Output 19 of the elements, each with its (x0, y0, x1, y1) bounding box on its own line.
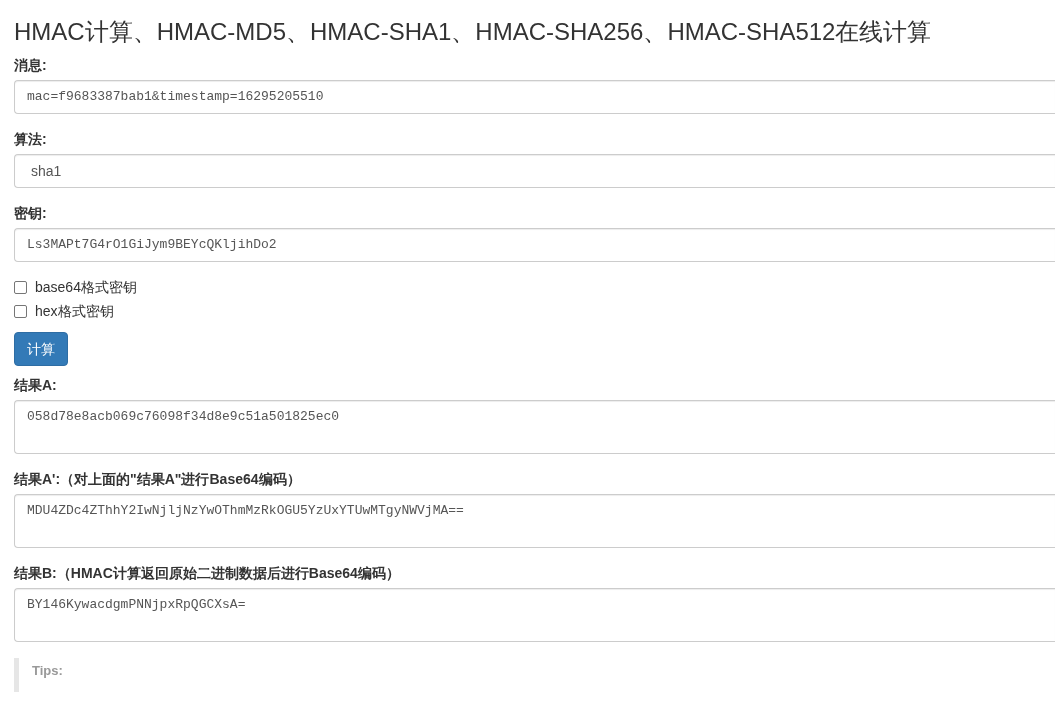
field-label: 密钥: (14, 204, 47, 223)
textarea-field[interactable]: 058d78e8acb069c76098f34d8e9c51a501825ec0 (14, 400, 1055, 454)
checkbox[interactable] (14, 304, 27, 318)
page-title: HMAC计算、HMAC-MD5、HMAC-SHA1、HMAC-SHA256、HMAC-SHA512在线计算 (14, 19, 932, 45)
field-label: 结果A: (14, 376, 57, 395)
field-label: 消息: (14, 56, 47, 75)
checkbox-label: hex格式密钥 (35, 302, 114, 321)
field-label: 算法: (14, 130, 47, 149)
tips-heading: Tips: (32, 662, 63, 680)
textarea-field[interactable]: BY146KywacdgmPNNjpxRpQGCXsA= (14, 588, 1055, 642)
select-field[interactable]: sha1 (14, 154, 1055, 188)
textarea-field[interactable]: MDU4ZDc4ZThhY2IwNjljNzYwOThmMzRkOGU5YzUxYTUwMTgyNWVjMA== (14, 494, 1055, 548)
text-field[interactable]: Ls3MAPt7G4rO1GiJym9BEYcQKljihDo2 (14, 228, 1055, 262)
checkbox-label: base64格式密钥 (35, 278, 137, 297)
field-label: 结果A':（对上面的"结果A"进行Base64编码） (14, 470, 301, 489)
field-label: 结果B:（HMAC计算返回原始二进制数据后进行Base64编码） (14, 564, 400, 583)
text-field[interactable]: mac=f9683387bab1&timestamp=16295205510 (14, 80, 1055, 114)
calculate-button[interactable]: 计算 (14, 332, 68, 366)
checkbox[interactable] (14, 280, 27, 294)
